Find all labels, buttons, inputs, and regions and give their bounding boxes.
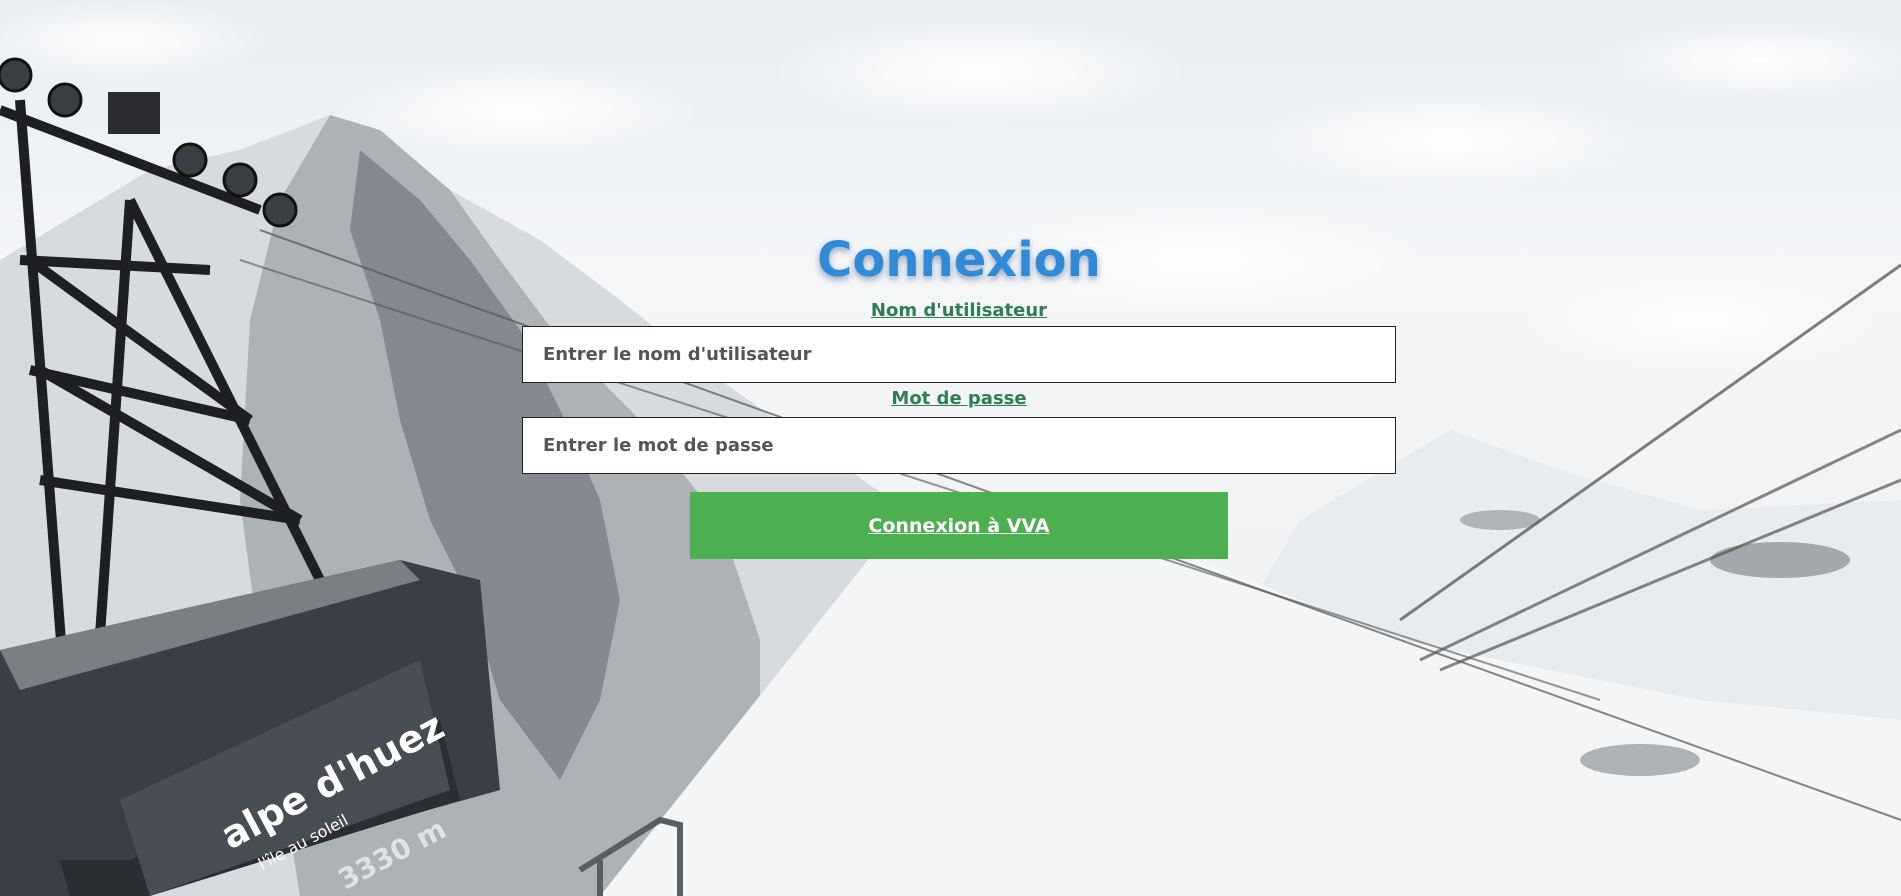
password-input[interactable] <box>522 417 1396 474</box>
rock-patch <box>1460 510 1540 530</box>
login-button[interactable]: Connexion à VVA <box>690 492 1228 559</box>
rock-patch <box>1580 744 1700 776</box>
login-form: Connexion Nom d'utilisateur Mot de passe… <box>522 225 1396 559</box>
pylon-lamp <box>108 92 160 134</box>
page-title: Connexion <box>817 232 1101 288</box>
username-input[interactable] <box>522 326 1396 383</box>
username-label: Nom d'utilisateur <box>870 300 1048 321</box>
rock-patch <box>1710 542 1850 578</box>
password-label: Mot de passe <box>891 388 1027 409</box>
